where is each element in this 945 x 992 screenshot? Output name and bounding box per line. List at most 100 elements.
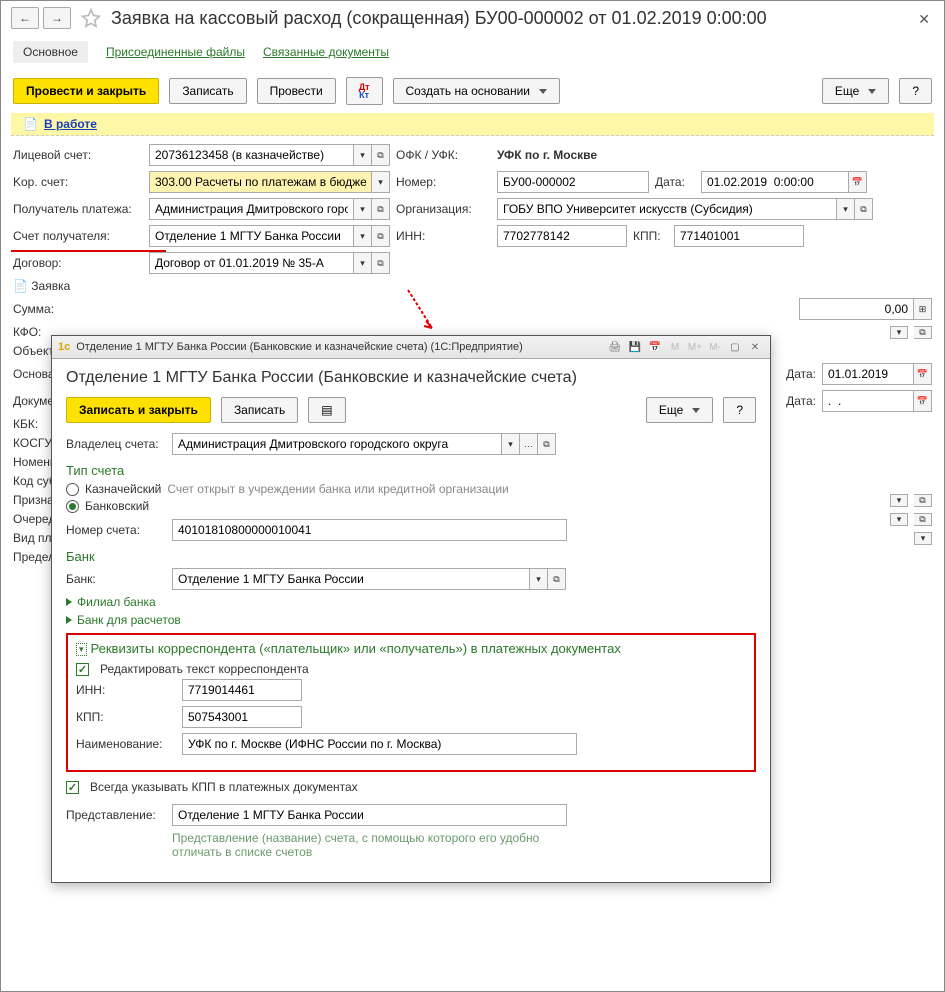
dtkt-button[interactable]: ДтКт — [346, 77, 383, 105]
post-and-close-button[interactable]: Провести и закрыть — [13, 78, 159, 104]
radio-treasury[interactable] — [66, 483, 79, 496]
checkbox-always-kpp[interactable] — [66, 781, 79, 794]
nav-forward-button[interactable]: → — [43, 7, 71, 29]
kor-input[interactable] — [149, 171, 372, 193]
label-accnum: Номер счета: — [66, 523, 166, 537]
repr-input[interactable] — [172, 804, 567, 826]
contract-input[interactable] — [149, 252, 354, 274]
modal-kpp-input[interactable] — [182, 706, 302, 728]
kfo-dd[interactable]: ▾ — [890, 326, 908, 339]
label-contract: Договор: — [13, 256, 143, 270]
titlebar-m-icon[interactable]: M — [666, 339, 684, 355]
titlebar-mplus-icon[interactable]: M+ — [686, 339, 704, 355]
owner-open[interactable]: ⧉ — [538, 433, 556, 455]
owner-ellipsis[interactable]: … — [520, 433, 538, 455]
vidp-dd[interactable]: ▾ — [914, 532, 932, 545]
expander-settlement-bank[interactable]: Банк для расчетов — [66, 613, 756, 627]
post-button[interactable]: Провести — [257, 78, 336, 104]
priz-open[interactable]: ⧉ — [914, 494, 932, 507]
modal-save-button[interactable]: Записать — [221, 397, 298, 423]
titlebar-close-icon[interactable]: ✕ — [746, 339, 764, 355]
label-org: Организация: — [396, 202, 491, 216]
number-input[interactable] — [497, 171, 649, 193]
help-button[interactable]: ? — [899, 78, 932, 104]
date2-input[interactable] — [822, 363, 914, 385]
status-link[interactable]: В работе — [44, 117, 97, 131]
page-title: Заявка на кассовый расход (сокращенная) … — [111, 8, 934, 29]
recip-account-input[interactable] — [149, 225, 354, 247]
bank-account-modal: 1с Отделение 1 МГТУ Банка России (Банков… — [51, 335, 771, 883]
app-icon: 1с — [58, 341, 70, 353]
expander-requisites-icon[interactable]: ▾ — [76, 643, 87, 656]
modal-list-button[interactable]: ▤ — [308, 397, 345, 423]
tab-attached-files[interactable]: Присоединенные файлы — [106, 45, 245, 59]
recipient-input[interactable] — [149, 198, 354, 220]
tab-main[interactable]: Основное — [13, 41, 88, 63]
tab-linked-docs[interactable]: Связанные документы — [263, 45, 389, 59]
priz-dd[interactable]: ▾ — [890, 494, 908, 507]
ocher-dd[interactable]: ▾ — [890, 513, 908, 526]
modal-help-button[interactable]: ? — [723, 397, 756, 423]
date-input[interactable] — [701, 171, 849, 193]
contract-open[interactable]: ⧉ — [372, 252, 390, 274]
accnum-input[interactable] — [172, 519, 567, 541]
treasury-hint: Счет открыт в учреждении банка или креди… — [167, 482, 508, 496]
modal-more-button[interactable]: Еще — [646, 397, 713, 423]
account-open[interactable]: ⧉ — [372, 144, 390, 166]
label-edit-text: Редактировать текст корреспондента — [100, 662, 309, 676]
label-date3: Дата: — [786, 394, 816, 408]
expander-branch[interactable]: Филиал банка — [66, 595, 756, 609]
bank-dropdown[interactable]: ▾ — [530, 568, 548, 590]
favorite-star-icon[interactable] — [81, 8, 101, 28]
date3-input[interactable] — [822, 390, 914, 412]
checkbox-edit-text[interactable] — [76, 663, 89, 676]
label-kor: Kop. счет: — [13, 175, 143, 189]
titlebar-print-icon[interactable]: 🖨 — [606, 339, 624, 355]
modal-inn-input[interactable] — [182, 679, 302, 701]
inn-input[interactable] — [497, 225, 627, 247]
kor-dropdown[interactable]: ▾ — [372, 171, 390, 193]
titlebar-save-icon[interactable]: 💾 — [626, 339, 644, 355]
summa-input[interactable] — [799, 298, 914, 320]
date2-picker[interactable]: 📅 — [914, 363, 932, 385]
titlebar-calendar-icon[interactable]: 📅 — [646, 339, 664, 355]
kfo-open[interactable]: ⧉ — [914, 326, 932, 339]
date-picker[interactable]: 📅 — [849, 171, 867, 193]
titlebar-mminus-icon[interactable]: M- — [706, 339, 724, 355]
org-dropdown[interactable]: ▾ — [837, 198, 855, 220]
label-always-kpp: Всегда указывать КПП в платежных докумен… — [90, 780, 358, 794]
recip-account-dropdown[interactable]: ▾ — [354, 225, 372, 247]
recip-account-open[interactable]: ⧉ — [372, 225, 390, 247]
label-date2: Дата: — [786, 367, 816, 381]
ocher-open[interactable]: ⧉ — [914, 513, 932, 526]
label-modal-name: Наименование: — [76, 737, 176, 751]
label-ofk: ОФК / УФК: — [396, 148, 491, 162]
account-dropdown[interactable]: ▾ — [354, 144, 372, 166]
modal-name-input[interactable] — [182, 733, 577, 755]
titlebar-restore-icon[interactable]: ▢ — [726, 339, 744, 355]
owner-input[interactable] — [172, 433, 502, 455]
recipient-dropdown[interactable]: ▾ — [354, 198, 372, 220]
bank-open[interactable]: ⧉ — [548, 568, 566, 590]
modal-save-close-button[interactable]: Записать и закрыть — [66, 397, 211, 423]
radio-bank[interactable] — [66, 500, 79, 513]
label-date: Дата: — [655, 175, 695, 189]
date3-picker[interactable]: 📅 — [914, 390, 932, 412]
recipient-open[interactable]: ⧉ — [372, 198, 390, 220]
label-bank: Банк: — [66, 572, 166, 586]
org-input[interactable] — [497, 198, 837, 220]
label-kpp: КПП: — [633, 229, 668, 243]
save-button[interactable]: Записать — [169, 78, 246, 104]
bank-input[interactable] — [172, 568, 530, 590]
summa-calc[interactable]: ⊞ — [914, 298, 932, 320]
owner-dropdown[interactable]: ▾ — [502, 433, 520, 455]
close-button[interactable]: ✕ — [918, 11, 930, 28]
dtkt-icon: ДтКт — [359, 83, 370, 99]
kpp-input[interactable] — [674, 225, 804, 247]
contract-dropdown[interactable]: ▾ — [354, 252, 372, 274]
account-input[interactable] — [149, 144, 354, 166]
create-based-on-button[interactable]: Создать на основании — [393, 78, 561, 104]
nav-back-button[interactable]: ← — [11, 7, 39, 29]
more-button[interactable]: Еще — [822, 78, 889, 104]
org-open[interactable]: ⧉ — [855, 198, 873, 220]
